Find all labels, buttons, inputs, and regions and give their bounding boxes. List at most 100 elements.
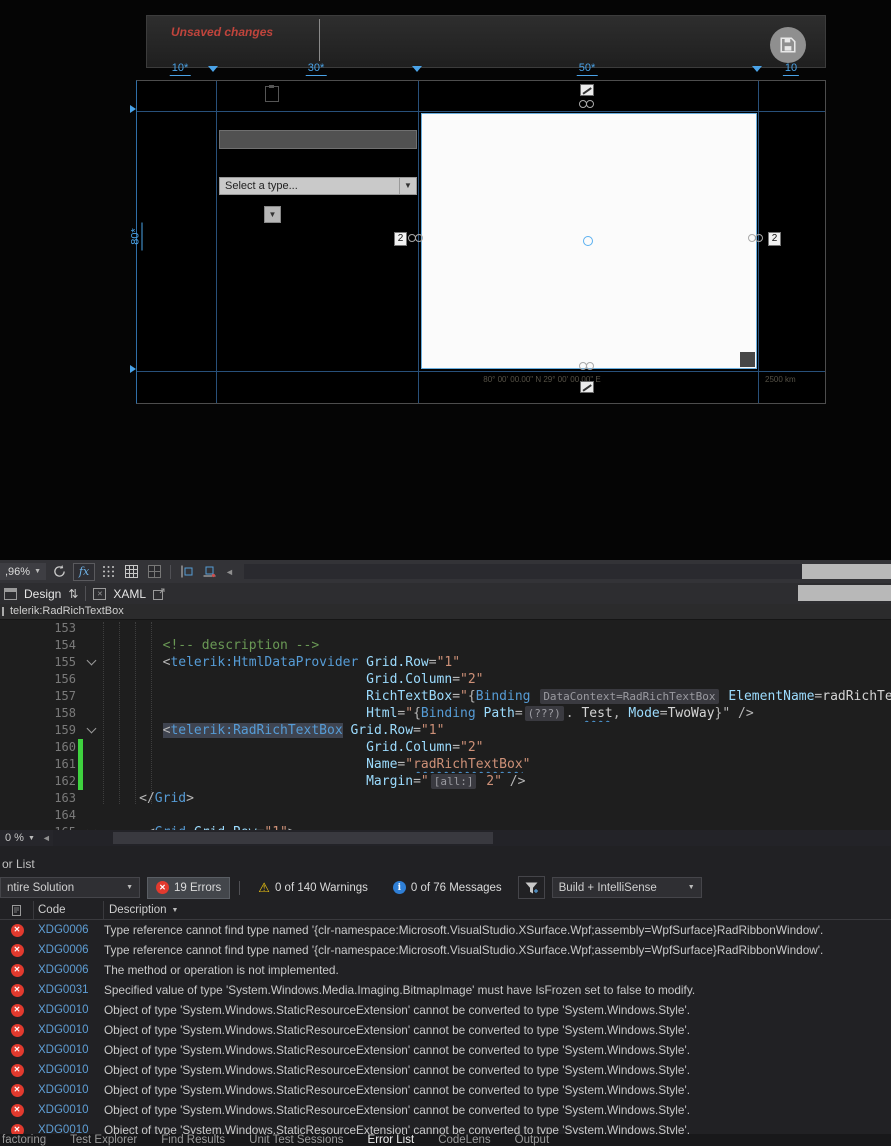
snap-to-grid-button[interactable] xyxy=(122,563,141,581)
scroll-left-arrow[interactable]: ◄ xyxy=(223,567,236,577)
xaml-code-editor[interactable]: 153 154 <!-- description --> 155 <telerik:… xyxy=(0,620,891,830)
resize-grip[interactable] xyxy=(740,352,755,367)
column-width-label[interactable]: 10 xyxy=(782,62,800,76)
panel-tab-unit-test-sessions[interactable]: Unit Test Sessions xyxy=(249,1134,343,1146)
code-line[interactable]: 159 <telerik:RadRichTextBox Grid.Row="1" xyxy=(0,722,891,739)
error-row[interactable]: ✕ XDG0006 Type reference cannot find type … xyxy=(0,940,891,960)
error-row[interactable]: ✕ XDG0010 Object of type 'System.Windows.S… xyxy=(0,1000,891,1020)
filter-button[interactable] xyxy=(517,876,545,899)
error-code[interactable]: XDG0006 xyxy=(34,944,104,956)
grid-splitter-marker[interactable] xyxy=(208,66,218,72)
build-intellisense-dropdown[interactable]: Build + IntelliSense ▼ xyxy=(551,877,702,898)
description-column-header[interactable]: Description ▼ xyxy=(104,904,891,916)
effects-button[interactable]: fx xyxy=(73,562,96,581)
snap-to-snaplines-button[interactable] xyxy=(200,563,219,581)
error-row[interactable]: ✕ XDG0010 Object of type 'System.Windows.S… xyxy=(0,1080,891,1100)
designed-textbox[interactable] xyxy=(219,130,417,149)
refresh-button[interactable] xyxy=(50,563,69,581)
error-row[interactable]: ✕ XDG0010 Object of type 'System.Windows.S… xyxy=(0,1120,891,1134)
fold-chevron-icon[interactable] xyxy=(86,655,97,666)
code-line[interactable]: 154 <!-- description --> xyxy=(0,637,891,654)
messages-filter-button[interactable]: i 0 of 76 Messages xyxy=(384,877,511,899)
scrollbar-thumb[interactable] xyxy=(112,832,493,844)
code-line[interactable]: 157 RichTextBox="{Binding DataContext=Ra… xyxy=(0,688,891,705)
chain-link-icon[interactable] xyxy=(579,362,595,371)
error-code[interactable]: XDG0010 xyxy=(34,1044,104,1056)
code-line[interactable]: 156 Grid.Column="2" xyxy=(0,671,891,688)
code-line[interactable]: 164 xyxy=(0,807,891,824)
panel-tab-error-list[interactable]: Error List xyxy=(368,1134,415,1146)
column-width-label[interactable]: 30* xyxy=(305,62,327,76)
error-code[interactable]: XDG0010 xyxy=(34,1084,104,1096)
code-line[interactable]: 165 <Grid Grid.Row="1"> xyxy=(0,824,891,830)
grid-overlay-button[interactable] xyxy=(145,563,164,581)
designed-dropdown-button[interactable]: ▼ xyxy=(264,206,281,223)
column-width-label[interactable]: 50* xyxy=(576,62,598,76)
anchor-adorner-icon[interactable] xyxy=(580,381,594,393)
popout-icon[interactable] xyxy=(153,588,166,600)
code-line[interactable]: 158 Html="{Binding Path= (???). Test, Mod… xyxy=(0,705,891,722)
panel-tab-codelens[interactable]: CodeLens xyxy=(438,1134,490,1146)
warnings-filter-button[interactable]: ⚠ 0 of 140 Warnings xyxy=(249,877,377,899)
center-anchor-icon[interactable] xyxy=(583,236,593,246)
save-button[interactable] xyxy=(770,27,806,63)
panel-tab-test-explorer[interactable]: Test Explorer xyxy=(70,1134,137,1146)
error-code[interactable]: XDG0010 xyxy=(34,1124,104,1134)
code-line[interactable]: 160 Grid.Column="2" xyxy=(0,739,891,756)
error-code[interactable]: XDG0010 xyxy=(34,1024,104,1036)
margin-left-badge[interactable]: 2 xyxy=(394,232,407,246)
fold-margin[interactable] xyxy=(83,654,100,671)
editor-zoom-select[interactable]: 0 % ▼ xyxy=(0,832,40,844)
panel-tab-factoring[interactable]: factoring xyxy=(2,1134,46,1146)
error-row[interactable]: ✕ XDG0006 Type reference cannot find type … xyxy=(0,920,891,940)
anchor-adorner-icon[interactable] xyxy=(580,84,594,96)
snaplines-button[interactable] xyxy=(177,563,196,581)
error-row[interactable]: ✕ XDG0010 Object of type 'System.Windows.S… xyxy=(0,1020,891,1040)
code-line[interactable]: 155 <telerik:HtmlDataProvider Grid.Row="… xyxy=(0,654,891,671)
tab-xaml[interactable]: XAML xyxy=(113,587,146,601)
error-row[interactable]: ✕ XDG0010 Object of type 'System.Windows.S… xyxy=(0,1100,891,1120)
panel-tab-find-results[interactable]: Find Results xyxy=(161,1134,225,1146)
severity-column-header[interactable] xyxy=(0,901,34,919)
tab-design[interactable]: Design xyxy=(24,587,61,601)
scope-dropdown[interactable]: ntire Solution ▼ xyxy=(0,877,140,898)
error-row[interactable]: ✕ XDG0006 The method or operation is not i… xyxy=(0,960,891,980)
fold-margin[interactable] xyxy=(83,722,100,739)
error-code[interactable]: XDG0010 xyxy=(34,1104,104,1116)
error-code[interactable]: XDG0031 xyxy=(34,984,104,996)
error-row[interactable]: ✕ XDG0031 Specified value of type 'System.… xyxy=(0,980,891,1000)
scroll-left-arrow[interactable]: ◄ xyxy=(40,833,53,843)
scrollbar-thumb[interactable] xyxy=(802,564,891,579)
code-line[interactable]: 161 Name="radRichTextBox" xyxy=(0,756,891,773)
column-width-label[interactable]: 10* xyxy=(169,62,191,76)
designed-combobox[interactable]: Select a type... ▼ xyxy=(219,177,417,195)
fold-chevron-icon[interactable] xyxy=(86,723,97,734)
grid-splitter-marker[interactable] xyxy=(752,66,762,72)
error-code[interactable]: XDG0010 xyxy=(34,1064,104,1076)
show-gridlines-button[interactable] xyxy=(99,563,118,581)
error-row[interactable]: ✕ XDG0010 Object of type 'System.Windows.S… xyxy=(0,1040,891,1060)
error-row[interactable]: ✕ XDG0010 Object of type 'System.Windows.S… xyxy=(0,1060,891,1080)
designer-zoom-select[interactable]: ,96% ▼ xyxy=(0,563,47,580)
swap-panes-icon[interactable]: ⇅ xyxy=(68,587,78,601)
design-canvas[interactable]: Select a type... ▼ ▼ 80° 00' 00.00" N 29… xyxy=(136,80,826,404)
code-line[interactable]: 163 </Grid> xyxy=(0,790,891,807)
split-scrollbar-thumb[interactable] xyxy=(798,585,891,601)
code-line[interactable]: 162 Margin=" [all:] 2" /> xyxy=(0,773,891,790)
error-code[interactable]: XDG0010 xyxy=(34,1004,104,1016)
error-code[interactable]: XDG0006 xyxy=(34,964,104,976)
errors-filter-button[interactable]: ✕ 19 Errors xyxy=(147,876,231,899)
code-line[interactable]: 153 xyxy=(0,620,891,637)
chain-link-icon[interactable] xyxy=(408,234,424,243)
panel-tab-output[interactable]: Output xyxy=(515,1134,550,1146)
row-height-label[interactable]: 80* xyxy=(129,222,143,251)
margin-right-badge[interactable]: 2 xyxy=(768,232,781,246)
error-code[interactable]: XDG0006 xyxy=(34,924,104,936)
editor-horizontal-scrollbar[interactable] xyxy=(52,830,891,846)
chain-link-icon[interactable] xyxy=(748,234,764,243)
grid-splitter-marker[interactable] xyxy=(412,66,422,72)
breadcrumb[interactable]: telerik:RadRichTextBox xyxy=(0,604,891,620)
code-column-header[interactable]: Code xyxy=(34,901,104,919)
breadcrumb-element[interactable]: telerik:RadRichTextBox xyxy=(0,605,124,617)
designer-horizontal-scrollbar[interactable] xyxy=(243,564,891,579)
